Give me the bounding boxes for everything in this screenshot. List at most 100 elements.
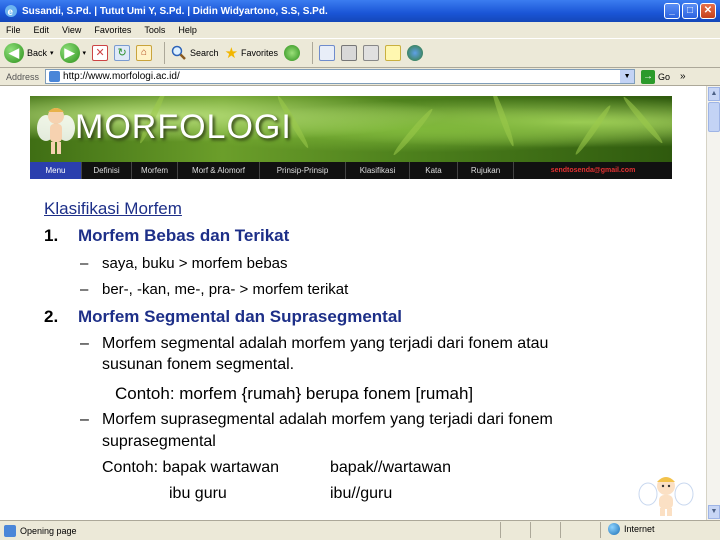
cupid-icon xyxy=(638,477,694,516)
angel-icon xyxy=(37,108,75,154)
menu-favorites[interactable]: Favorites xyxy=(94,25,131,35)
security-zone: Internet xyxy=(608,523,655,535)
search-button[interactable]: Search xyxy=(171,45,219,61)
history-icon[interactable] xyxy=(284,45,301,61)
address-bar: Address http://www.morfologi.ac.id/ ▼ → … xyxy=(0,68,720,86)
menu-file[interactable]: File xyxy=(6,25,21,35)
nav-klasifikasi[interactable]: Klasifikasi xyxy=(346,162,410,179)
mail-icon[interactable] xyxy=(319,45,336,61)
section-2-example-3-label: ibu guru xyxy=(169,485,227,502)
nav-prinsip-prinsip[interactable]: Prinsip-Prinsip xyxy=(260,162,346,179)
section-1-title: Morfem Bebas dan Terikat xyxy=(78,226,290,245)
menu-edit[interactable]: Edit xyxy=(34,25,50,35)
section-2-number: 2. xyxy=(44,307,59,326)
links-chevron-icon[interactable]: » xyxy=(680,71,686,82)
list-item: – ber-, -kan, me-, pra- > morfem terikat xyxy=(80,281,348,298)
section-1-item-1: saya, buku > morfem bebas xyxy=(102,255,288,272)
address-dropdown-icon[interactable]: ▼ xyxy=(620,70,635,83)
section-2-example-3-value: ibu//guru xyxy=(330,485,393,502)
status-divider xyxy=(600,522,601,538)
site-nav: Menu Definisi Morfem Morf & Alomorf Prin… xyxy=(30,162,672,179)
menu-help[interactable]: Help xyxy=(178,25,197,35)
search-label: Search xyxy=(190,48,219,58)
back-arrow-icon: ◀ xyxy=(4,43,24,63)
internet-globe-icon xyxy=(608,523,620,535)
dash-bullet: – xyxy=(80,255,89,272)
address-url: http://www.morfologi.ac.id/ xyxy=(63,71,180,82)
site-banner: MORFOLOGI xyxy=(30,96,672,162)
banner-title: MORFOLOGI xyxy=(75,108,292,146)
nav-rujukan[interactable]: Rujukan xyxy=(458,162,514,179)
section-1-item-2: ber-, -kan, me-, pra- > morfem terikat xyxy=(102,281,349,298)
list-item: – Morfem segmental adalah morfem yang ter… xyxy=(80,335,548,353)
section-2-item-2-line-1: Morfem suprasegmental adalah morfem yang… xyxy=(102,411,553,428)
forward-button[interactable]: ▶ ▾ xyxy=(59,43,86,63)
close-button[interactable]: ✕ xyxy=(700,3,716,19)
dash-bullet: – xyxy=(80,281,89,298)
dash-bullet: – xyxy=(80,335,89,352)
bamboo-leaf-decoration xyxy=(573,103,613,157)
nav-morf-alomorf[interactable]: Morf & Alomorf xyxy=(178,162,260,179)
menu-tools[interactable]: Tools xyxy=(144,25,165,35)
status-bar: Opening page Internet xyxy=(0,520,720,540)
list-item: – Morfem suprasegmental adalah morfem yan… xyxy=(80,411,553,429)
section-2-example-1: Contoh: morfem {rumah} berupa fonem [rum… xyxy=(115,384,474,403)
list-item: – saya, buku > morfem bebas xyxy=(80,255,288,272)
favorites-button[interactable]: ★ Favorites xyxy=(225,44,278,62)
minimize-button[interactable]: _ xyxy=(664,3,680,19)
search-icon xyxy=(171,45,186,60)
window-controls: _ □ ✕ xyxy=(664,3,716,19)
zone-label: Internet xyxy=(624,524,655,534)
address-input[interactable]: http://www.morfologi.ac.id/ ▼ xyxy=(45,69,636,84)
bamboo-leaf-decoration xyxy=(391,107,435,157)
section-2-item-1-line-1: Morfem segmental adalah morfem yang terj… xyxy=(102,335,549,352)
go-label: Go xyxy=(658,71,671,82)
back-label: Back xyxy=(27,48,48,58)
print-icon[interactable] xyxy=(341,45,358,61)
status-text: Opening page xyxy=(20,525,77,536)
address-label: Address xyxy=(6,71,40,82)
title-bar: e Susandi, S.Pd. | Tutut Umi Y, S.Pd. | … xyxy=(0,0,720,22)
nav-menu[interactable]: Menu xyxy=(30,162,82,179)
toolbar-separator xyxy=(312,42,314,64)
status-divider xyxy=(500,522,501,538)
messenger-icon[interactable] xyxy=(407,45,424,61)
section-1-number: 1. xyxy=(44,226,59,245)
go-button[interactable]: → Go xyxy=(641,69,671,84)
edit-icon[interactable] xyxy=(363,45,380,61)
status-divider xyxy=(560,522,561,538)
section-1-heading: 1. Morfem Bebas dan Terikat xyxy=(44,226,289,246)
toolbar-separator xyxy=(164,42,166,64)
nav-morfem[interactable]: Morfem xyxy=(132,162,178,179)
go-arrow-icon: → xyxy=(641,69,656,84)
star-icon: ★ xyxy=(224,45,239,62)
discuss-icon[interactable] xyxy=(385,45,402,61)
stop-icon[interactable]: ✕ xyxy=(92,45,109,61)
menu-bar: File Edit View Favorites Tools Help xyxy=(0,22,720,38)
section-2-item-1-line-2: susunan fonem segmental. xyxy=(102,356,295,373)
window-title: Susandi, S.Pd. | Tutut Umi Y, S.Pd. | Di… xyxy=(22,5,328,17)
scroll-thumb[interactable] xyxy=(708,102,720,132)
section-2-title: Morfem Segmental dan Suprasegmental xyxy=(78,307,403,326)
nav-definisi[interactable]: Definisi xyxy=(82,162,132,179)
page-heading-link[interactable]: Klasifikasi Morfem xyxy=(44,199,182,219)
menu-view[interactable]: View xyxy=(62,25,81,35)
home-icon[interactable]: ⌂ xyxy=(136,45,153,61)
bamboo-leaf-decoration xyxy=(489,96,517,148)
refresh-icon[interactable]: ↻ xyxy=(114,45,131,61)
scroll-down-arrow-icon[interactable]: ▼ xyxy=(708,505,720,519)
back-button[interactable]: ◀ Back ▾ xyxy=(4,43,54,63)
dash-bullet: – xyxy=(80,411,89,428)
scroll-up-arrow-icon[interactable]: ▲ xyxy=(708,87,720,101)
nav-kata[interactable]: Kata xyxy=(410,162,458,179)
page-icon xyxy=(49,71,61,82)
toolbar: ◀ Back ▾ ▶ ▾ ✕ ↻ ⌂ Search ★ Favorites xyxy=(0,38,720,68)
maximize-button[interactable]: □ xyxy=(682,3,698,19)
nav-email-link[interactable]: sendtosenda@gmail.com xyxy=(514,167,672,174)
bamboo-leaf-decoration xyxy=(621,96,665,145)
svg-text:e: e xyxy=(8,7,14,18)
section-2-example-2-label: Contoh: bapak wartawan xyxy=(102,459,279,476)
section-2-example-2-value: bapak//wartawan xyxy=(330,459,451,476)
ie-logo-icon: e xyxy=(5,5,17,18)
vertical-scrollbar[interactable]: ▲ ▼ xyxy=(706,86,720,520)
